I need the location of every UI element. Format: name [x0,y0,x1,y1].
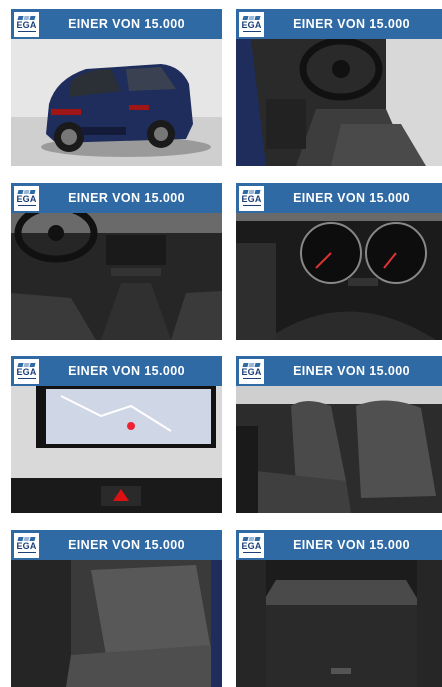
ega-logo: EGA [14,358,39,384]
tile-banner: EGA EINER VON 15.000 [11,9,222,39]
tile-banner: EGA EINER VON 15.000 [236,183,442,213]
tile-banner: EGA EINER VON 15.000 [11,356,222,386]
navigation-screen-photo [11,386,222,513]
ega-logo: EGA [239,185,264,211]
gallery-tile-2[interactable]: EGA EINER VON 15.000 [236,9,442,166]
banner-text: EINER VON 15.000 [293,538,410,552]
tile-banner: EGA EINER VON 15.000 [236,9,442,39]
driver-seat-photo [236,39,442,166]
logo-text: EGA [241,541,262,551]
banner-text: EINER VON 15.000 [293,191,410,205]
gallery-tile-7[interactable]: EGA EINER VON 15.000 [11,530,222,687]
logo-text: EGA [16,541,37,551]
logo-text: EGA [241,194,262,204]
ega-logo: EGA [239,532,264,558]
gallery-tile-1[interactable]: EGA EINER VON 15.000 [11,9,222,166]
dashboard-photo [11,213,222,340]
car-exterior-photo [11,39,222,166]
banner-text: EINER VON 15.000 [68,364,185,378]
ega-logo: EGA [14,185,39,211]
ega-logo: EGA [239,358,264,384]
tile-banner: EGA EINER VON 15.000 [11,183,222,213]
ega-logo: EGA [14,11,39,37]
banner-text: EINER VON 15.000 [68,538,185,552]
logo-text: EGA [16,194,37,204]
gallery-tile-3[interactable]: EGA EINER VON 15.000 [11,183,222,340]
ega-logo: EGA [14,532,39,558]
banner-text: EINER VON 15.000 [68,17,185,31]
front-seats-photo [236,386,442,513]
logo-text: EGA [16,20,37,30]
banner-text: EINER VON 15.000 [293,17,410,31]
gallery-tile-8[interactable]: EGA EINER VON 15.000 [236,530,442,687]
instrument-cluster-photo [236,213,442,340]
gallery-tile-5[interactable]: EGA EINER VON 15.000 [11,356,222,513]
tile-banner: EGA EINER VON 15.000 [11,530,222,560]
logo-text: EGA [16,367,37,377]
tile-banner: EGA EINER VON 15.000 [236,530,442,560]
gallery-tile-6[interactable]: EGA EINER VON 15.000 [236,356,442,513]
rear-seats-photo [11,560,222,687]
gallery-tile-4[interactable]: EGA EINER VON 15.000 [236,183,442,340]
logo-text: EGA [241,367,262,377]
ega-logo: EGA [239,11,264,37]
banner-text: EINER VON 15.000 [68,191,185,205]
logo-text: EGA [241,20,262,30]
banner-text: EINER VON 15.000 [293,364,410,378]
tile-banner: EGA EINER VON 15.000 [236,356,442,386]
trunk-photo [236,560,442,687]
